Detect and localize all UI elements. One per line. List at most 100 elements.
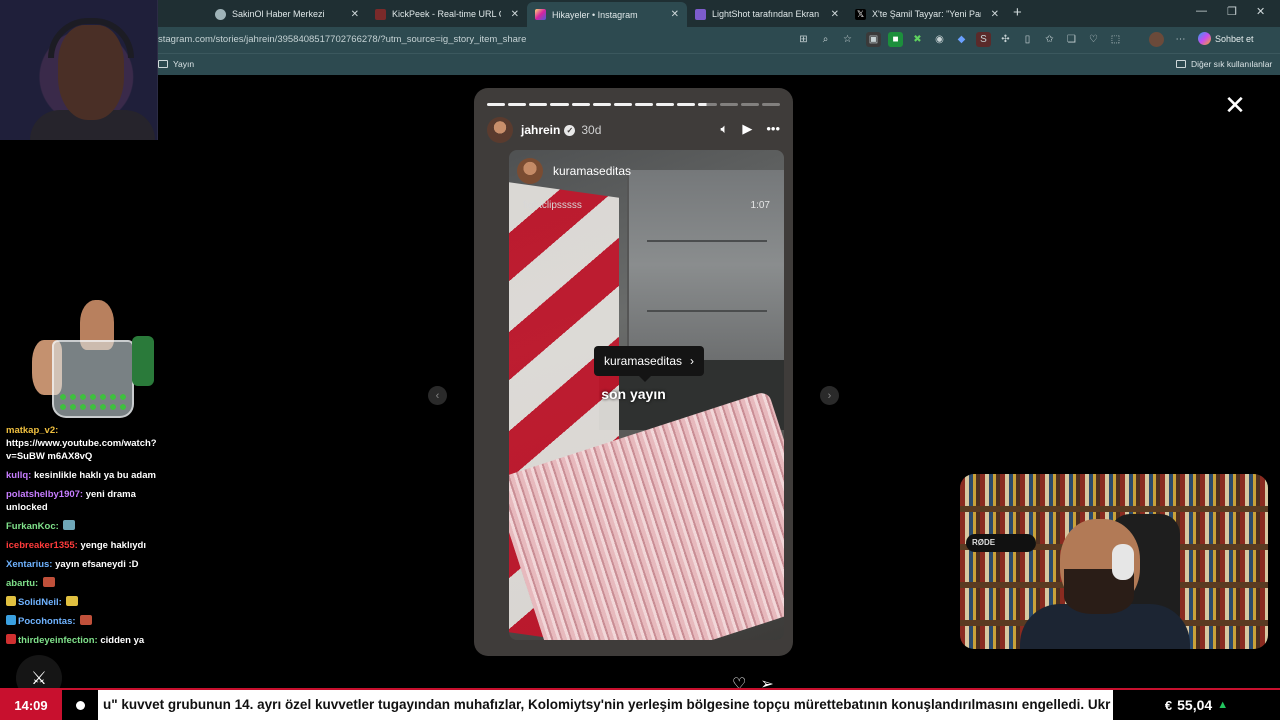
close-tab-icon[interactable]: ✕ — [511, 9, 519, 20]
folder-icon — [158, 60, 168, 68]
chat-message: polatshelby1907: yeni drama unlocked — [6, 489, 136, 513]
extension-icon[interactable]: ▣ — [866, 32, 881, 47]
new-tab-icon[interactable]: + — [1013, 4, 1022, 21]
split-screen-icon[interactable]: ▯ — [1020, 32, 1035, 47]
reel-header: kuramaseditas — [517, 158, 631, 184]
avatar[interactable] — [517, 158, 543, 184]
extension-icon[interactable]: ◉ — [932, 32, 947, 47]
stream-chat: matkap_v2: https://www.youtube.com/watch… — [6, 424, 176, 653]
more-options-icon[interactable]: ••• — [766, 121, 780, 137]
chat-badge-icon — [6, 634, 16, 644]
address-bar: stagram.com/stories/jahrein/395840851770… — [0, 27, 1280, 53]
chat-username[interactable]: matkap_v2 — [6, 425, 55, 436]
tab-sakinol[interactable]: SakinOl Haber Merkezi ✕ — [207, 3, 367, 25]
extension-icon[interactable]: ◆ — [954, 32, 969, 47]
collections-icon[interactable]: ❏ — [1064, 32, 1079, 47]
chat-username[interactable]: icebreaker1355 — [6, 540, 75, 551]
progress-segment — [634, 103, 654, 106]
webcam-overlay-2: RØDE — [960, 474, 1268, 649]
progress-segment — [550, 103, 569, 106]
copilot-chat-button[interactable]: Sohbet et — [1198, 32, 1254, 45]
progress-segment — [487, 103, 506, 106]
headphones-icon — [1112, 544, 1134, 580]
extension-icon[interactable]: ✖ — [910, 32, 925, 47]
chat-username[interactable]: abartu — [6, 578, 35, 589]
chat-message: Pocohontas: — [6, 615, 176, 628]
progress-segment — [571, 103, 590, 106]
mention-sticker[interactable]: kuramaseditas › — [594, 346, 705, 382]
chat-message: kullq: kesinlikle haklı ya bu adam — [6, 470, 156, 481]
chat-text: kesinlikle haklı ya bu adam — [33, 470, 156, 481]
progress-segment — [719, 103, 738, 106]
tab-instagram[interactable]: Hikayeler • Instagram ✕ — [527, 2, 687, 27]
euro-symbol: € — [1164, 697, 1173, 713]
favorite-star-icon[interactable]: ☆ — [840, 32, 855, 47]
more-menu-icon[interactable]: ⋯ — [1173, 32, 1188, 47]
chat-emote-icon — [63, 520, 76, 530]
chat-message: SolidNeil: — [6, 596, 176, 609]
copilot-icon — [1198, 32, 1211, 45]
bookmark-label: Diğer sık kullanılanlar — [1191, 59, 1273, 69]
close-tab-icon[interactable]: ✕ — [831, 9, 839, 20]
chat-badge-icon — [6, 596, 16, 606]
ticker-headline: u" kuvvet grubunun 14. ayrı özel kuvvetl… — [103, 697, 1111, 712]
next-story-icon[interactable]: › — [820, 386, 839, 405]
chat-username[interactable]: Pocohontas — [18, 616, 72, 627]
minimize-icon[interactable]: — — [1196, 5, 1207, 17]
chat-message: FurkanKoc: — [6, 520, 176, 533]
progress-segment — [508, 103, 527, 106]
tab-label: KickPeek - Real-time URL Crawler — [392, 9, 501, 19]
screen: SakinOl Haber Merkezi ✕ KickPeek - Real-… — [0, 0, 1280, 720]
chat-username[interactable]: polatshelby1907 — [6, 489, 80, 500]
close-icon[interactable]: ✕ — [1222, 92, 1248, 118]
chat-username[interactable]: SolidNeil — [18, 597, 59, 608]
extensions-puzzle-icon[interactable]: ✣ — [998, 32, 1013, 47]
story-username[interactable]: jahrein — [521, 123, 560, 137]
trend-up-icon: ▲ — [1217, 699, 1229, 711]
story-controls: 🔈︎ ▶ ••• — [721, 121, 780, 137]
chat-message: thirdeyeinfection: cidden ya — [6, 634, 176, 647]
previous-story-icon[interactable]: ‹ — [428, 386, 447, 405]
play-icon[interactable]: ▶ — [742, 121, 752, 137]
story-card[interactable]: jahrein ✓ 30d 🔈︎ ▶ ••• kuramaseditas fig… — [474, 88, 793, 656]
reel-audio: fightclipsssss — [523, 200, 582, 211]
close-tab-icon[interactable]: ✕ — [671, 9, 679, 20]
tab-lightshot[interactable]: LightShot tarafından Ekran Görüntüsü ✕ — [687, 3, 847, 25]
extension-icon[interactable]: ■ — [888, 32, 903, 47]
app-available-icon[interactable]: ⊞ — [796, 32, 811, 47]
chat-message: Xentarius: yayın efsaneydi :D — [6, 559, 139, 570]
close-tab-icon[interactable]: ✕ — [991, 9, 999, 20]
progress-segment — [677, 103, 696, 106]
tab-kickpeek[interactable]: KickPeek - Real-time URL Crawler ✕ — [367, 3, 527, 25]
chat-username[interactable]: Xentarius — [6, 559, 49, 570]
tab-x[interactable]: 𝕏 X'te Şamil Tayyar: "Yeni Parti Genel ✕ — [847, 3, 1007, 25]
bookmark-other-favorites[interactable]: Diğer sık kullanılanlar — [1176, 59, 1272, 69]
chat-message: icebreaker1355: yenge haklıydı — [6, 540, 146, 551]
zoom-icon[interactable]: ⌕ — [818, 32, 833, 47]
url-field[interactable]: stagram.com/stories/jahrein/395840851770… — [158, 34, 526, 45]
browser-essentials-icon[interactable]: ♡ — [1086, 32, 1101, 47]
chat-username[interactable]: thirdeyeinfection — [18, 635, 95, 646]
microphone-label: RØDE — [966, 534, 1036, 552]
chat-username[interactable]: kullq — [6, 470, 28, 481]
webcam-overlay — [0, 0, 158, 140]
avatar[interactable] — [487, 117, 513, 143]
reel-duration: 1:07 — [750, 200, 770, 211]
favorites-icon[interactable]: ✩ — [1042, 32, 1057, 47]
extension-icon[interactable]: S — [976, 32, 991, 47]
volume-icon[interactable]: 🔈︎ — [721, 121, 729, 137]
bookmark-yayin[interactable]: Yayın — [158, 59, 194, 69]
tab-label: SakinOl Haber Merkezi — [232, 9, 325, 19]
reel-username[interactable]: kuramaseditas — [553, 164, 631, 178]
close-tab-icon[interactable]: ✕ — [351, 9, 359, 20]
chat-username[interactable]: FurkanKoc — [6, 521, 56, 532]
screenshot-icon[interactable]: ⬚ — [1108, 32, 1123, 47]
restore-icon[interactable]: ❐ — [1227, 5, 1237, 18]
progress-segment — [656, 103, 675, 106]
mention-label: kuramaseditas — [604, 354, 683, 368]
profile-avatar[interactable] — [1149, 32, 1164, 47]
chat-emote-icon — [80, 615, 93, 625]
window-close-icon[interactable]: ✕ — [1256, 5, 1265, 18]
ticker-clock: 14:09 — [0, 690, 62, 720]
bookmark-label: Yayın — [173, 59, 195, 69]
